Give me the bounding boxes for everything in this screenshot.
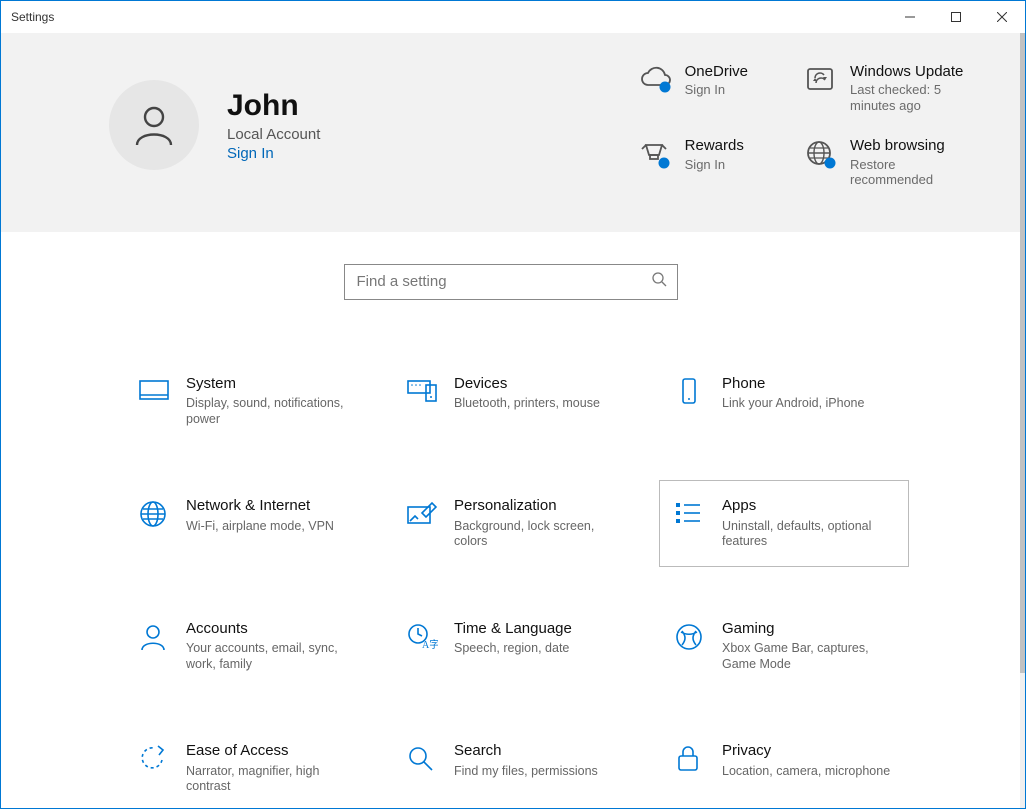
gaming-icon [674, 620, 714, 673]
category-title: Accounts [186, 620, 356, 637]
account-kind: Local Account [227, 126, 320, 143]
phone-icon [674, 375, 714, 428]
category-subtitle: Display, sound, notifications, power [186, 396, 356, 427]
category-time-language[interactable]: A字 Time & Language Speech, region, date [391, 603, 641, 690]
personalization-icon [406, 497, 446, 550]
category-title: Privacy [722, 742, 890, 759]
category-subtitle: Narrator, magnifier, high contrast [186, 764, 356, 795]
svg-text:A字: A字 [422, 638, 438, 651]
category-accounts[interactable]: Accounts Your accounts, email, sync, wor… [123, 603, 373, 690]
status-title: Web browsing [850, 137, 980, 154]
search-box[interactable] [344, 264, 678, 300]
status-subtitle: Last checked: 5 minutes ago [850, 82, 980, 113]
system-icon [138, 375, 178, 428]
user-icon [131, 102, 177, 148]
category-title: Devices [454, 375, 600, 392]
globe-icon [798, 137, 844, 171]
category-system[interactable]: System Display, sound, notifications, po… [123, 358, 373, 445]
time-language-icon: A字 [406, 620, 446, 673]
status-subtitle: Restore recommended [850, 157, 980, 188]
titlebar: Settings [1, 1, 1025, 33]
search-icon [651, 271, 667, 292]
signin-link[interactable]: Sign In [227, 145, 320, 162]
network-icon [138, 497, 178, 550]
category-devices[interactable]: Devices Bluetooth, printers, mouse [391, 358, 641, 445]
category-apps[interactable]: Apps Uninstall, defaults, optional featu… [659, 480, 909, 567]
category-title: Apps [722, 497, 892, 514]
ease-of-access-icon [138, 742, 178, 795]
category-subtitle: Uninstall, defaults, optional features [722, 519, 892, 550]
category-ease-of-access[interactable]: Ease of Access Narrator, magnifier, high… [123, 725, 373, 808]
status-windows-update[interactable]: Windows Update Last checked: 5 minutes a… [798, 63, 980, 113]
minimize-button[interactable] [887, 1, 933, 33]
category-subtitle: Find my files, permissions [454, 764, 598, 780]
category-title: System [186, 375, 356, 392]
search-category-icon [406, 742, 446, 795]
category-subtitle: Speech, region, date [454, 641, 572, 657]
category-subtitle: Xbox Game Bar, captures, Game Mode [722, 641, 892, 672]
category-personalization[interactable]: Personalization Background, lock screen,… [391, 480, 641, 567]
search-input[interactable] [355, 272, 651, 291]
status-title: Windows Update [850, 63, 980, 80]
privacy-icon [674, 742, 714, 795]
category-subtitle: Bluetooth, printers, mouse [454, 396, 600, 412]
close-button[interactable] [979, 1, 1025, 33]
maximize-button[interactable] [933, 1, 979, 33]
status-rewards[interactable]: Rewards Sign In [633, 137, 748, 187]
category-subtitle: Your accounts, email, sync, work, family [186, 641, 356, 672]
status-title: OneDrive [685, 63, 748, 80]
category-title: Phone [722, 375, 864, 392]
category-title: Gaming [722, 620, 892, 637]
category-search[interactable]: Search Find my files, permissions [391, 725, 641, 808]
category-title: Ease of Access [186, 742, 356, 759]
scrollbar-thumb[interactable] [1020, 33, 1025, 673]
status-title: Rewards [685, 137, 744, 154]
category-subtitle: Wi-Fi, airplane mode, VPN [186, 519, 334, 535]
user-block[interactable]: John Local Account Sign In [109, 63, 593, 188]
status-onedrive[interactable]: OneDrive Sign In [633, 63, 748, 113]
cloud-icon [633, 63, 679, 95]
apps-icon [674, 497, 714, 550]
accounts-icon [138, 620, 178, 673]
category-phone[interactable]: Phone Link your Android, iPhone [659, 358, 909, 445]
scrollbar[interactable] [1020, 33, 1025, 808]
category-title: Time & Language [454, 620, 572, 637]
category-gaming[interactable]: Gaming Xbox Game Bar, captures, Game Mod… [659, 603, 909, 690]
user-name: John [227, 89, 320, 124]
category-title: Search [454, 742, 598, 759]
account-hero: John Local Account Sign In OneDrive [1, 33, 1020, 232]
settings-window: Settings [0, 0, 1026, 809]
category-subtitle: Background, lock screen, colors [454, 519, 624, 550]
status-subtitle: Sign In [685, 82, 748, 98]
window-controls [887, 1, 1025, 33]
devices-icon [406, 375, 446, 428]
categories-grid: System Display, sound, notifications, po… [1, 358, 1020, 808]
category-title: Personalization [454, 497, 624, 514]
status-subtitle: Sign In [685, 157, 744, 173]
rewards-icon [633, 137, 679, 171]
sync-icon [798, 63, 844, 95]
window-title: Settings [11, 10, 54, 24]
category-subtitle: Link your Android, iPhone [722, 396, 864, 412]
category-subtitle: Location, camera, microphone [722, 764, 890, 780]
category-title: Network & Internet [186, 497, 334, 514]
status-web-browsing[interactable]: Web browsing Restore recommended [798, 137, 980, 187]
category-privacy[interactable]: Privacy Location, camera, microphone [659, 725, 909, 808]
avatar [109, 80, 199, 170]
category-network[interactable]: Network & Internet Wi-Fi, airplane mode,… [123, 480, 373, 567]
